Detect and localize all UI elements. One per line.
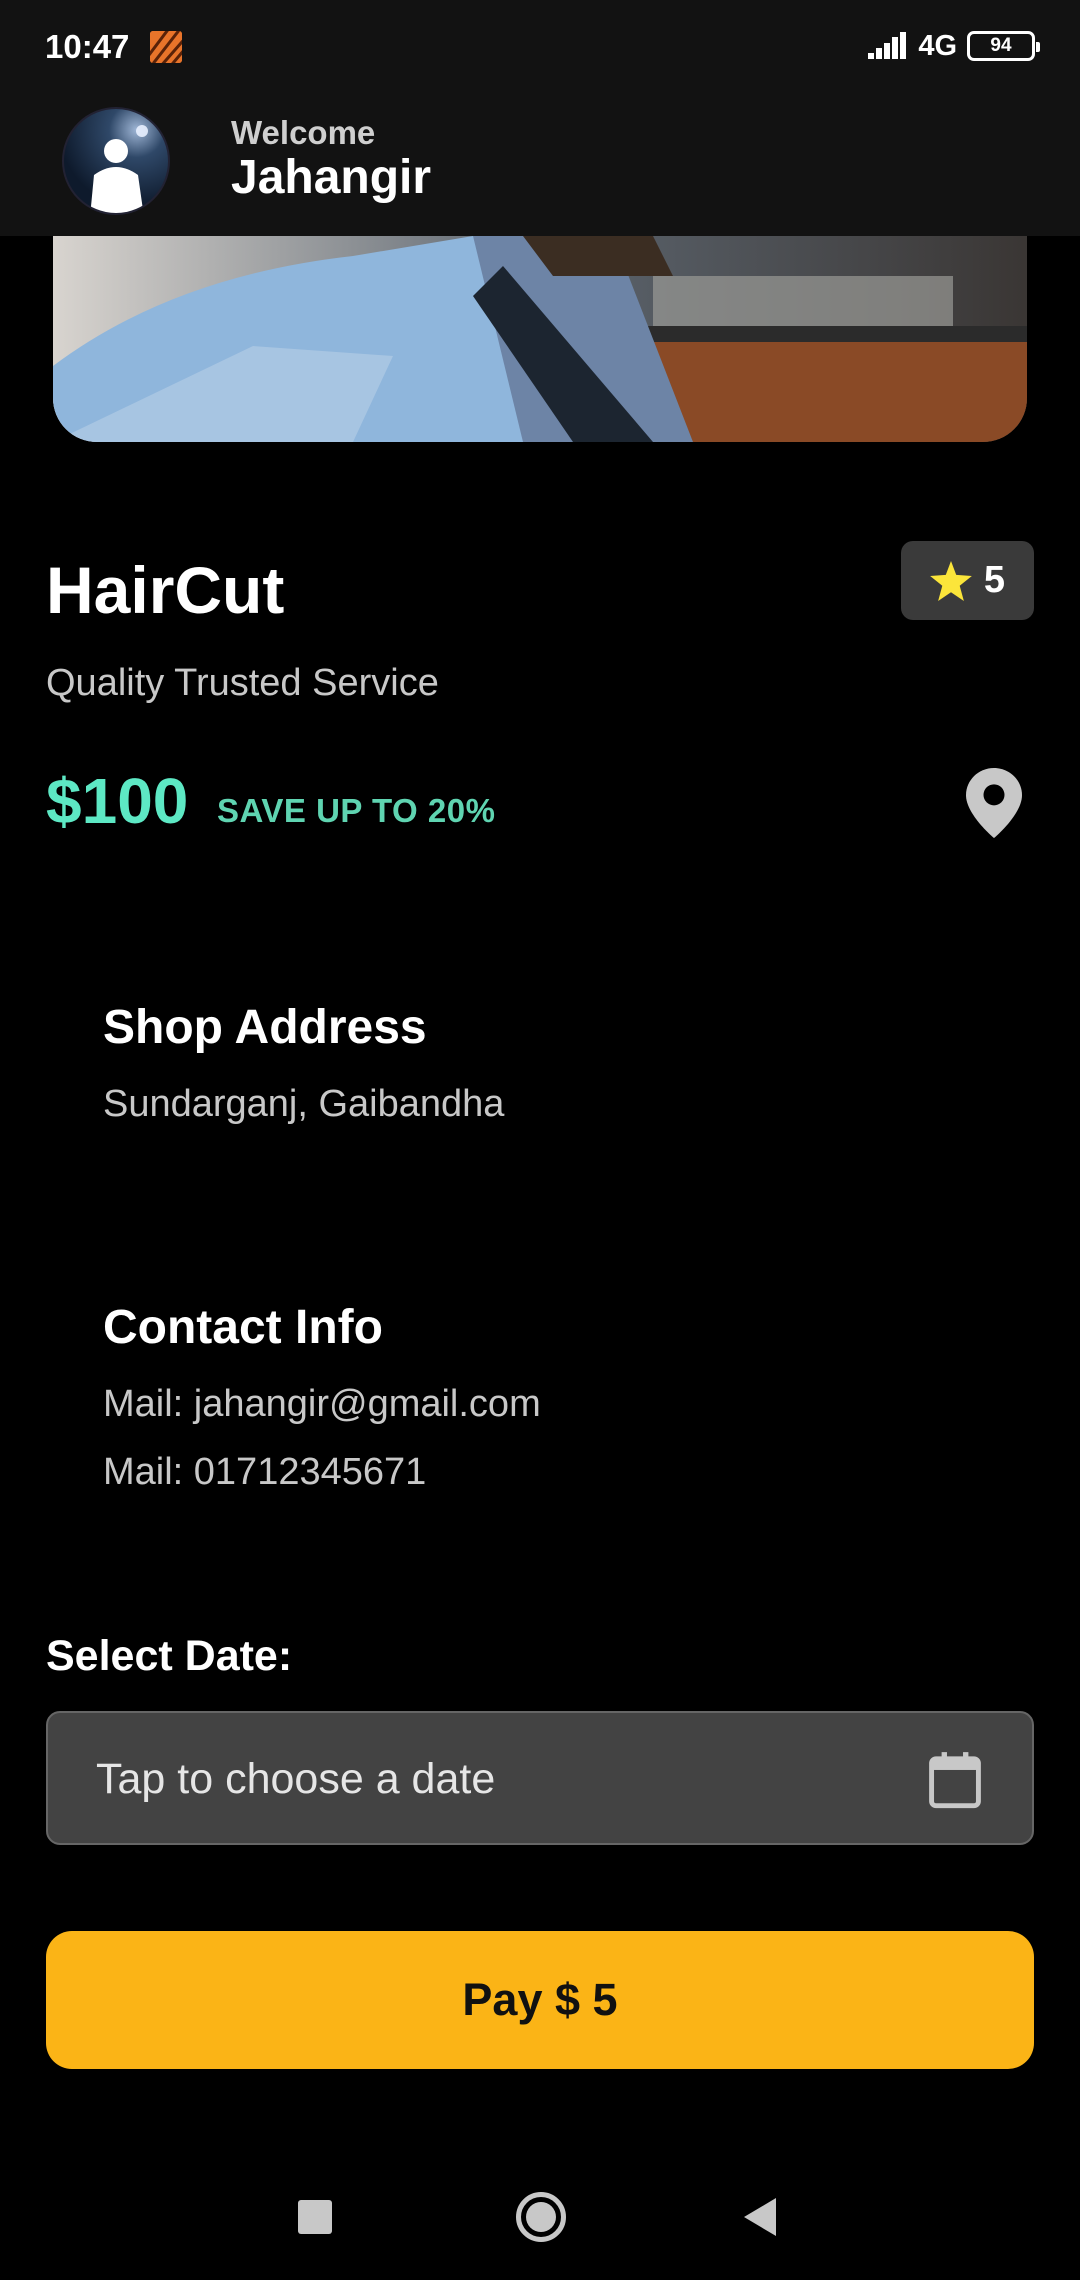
app-header: Welcome Jahangir bbox=[0, 88, 1080, 236]
status-bar: 10:47 4G 94 bbox=[0, 0, 1080, 88]
square-icon[interactable] bbox=[298, 2200, 332, 2234]
rating-value: 5 bbox=[983, 559, 1006, 601]
service-banner-image bbox=[53, 236, 1027, 442]
circle-icon[interactable] bbox=[516, 2192, 566, 2242]
network-type: 4G bbox=[918, 29, 957, 62]
date-picker-field[interactable]: Tap to choose a date bbox=[46, 1711, 1034, 1845]
contact-phone: Mail: 01712345671 bbox=[103, 1451, 427, 1493]
service-title: HairCut bbox=[46, 553, 285, 627]
shop-address-value: Sundarganj, Gaibandha bbox=[103, 1083, 505, 1125]
status-time: 10:47 bbox=[45, 28, 130, 65]
shop-address-heading: Shop Address bbox=[103, 1001, 427, 1054]
calendar-icon[interactable] bbox=[928, 1751, 982, 1809]
user-name: Jahangir bbox=[231, 151, 432, 204]
app-notification-icon bbox=[150, 31, 182, 63]
discount-label: SAVE UP TO 20% bbox=[217, 792, 496, 829]
rating-badge: 5 bbox=[901, 541, 1034, 620]
system-nav-bar bbox=[0, 2160, 1080, 2280]
star-icon bbox=[930, 560, 972, 601]
battery-level: 94 bbox=[990, 35, 1012, 56]
pay-button[interactable]: Pay $ 5 bbox=[46, 1931, 1034, 2069]
signal-icon bbox=[868, 32, 907, 59]
contact-mail: Mail: jahangir@gmail.com bbox=[103, 1383, 541, 1425]
status-indicators: 4G 94 bbox=[868, 28, 1040, 64]
date-placeholder: Tap to choose a date bbox=[96, 1755, 496, 1803]
service-price: $100 bbox=[46, 765, 189, 837]
service-subtitle: Quality Trusted Service bbox=[46, 662, 439, 704]
triangle-back-icon[interactable] bbox=[744, 2198, 776, 2236]
avatar-silhouette-icon bbox=[90, 125, 148, 213]
battery-icon: 94 bbox=[967, 31, 1040, 61]
contact-info-heading: Contact Info bbox=[103, 1301, 383, 1354]
map-pin-icon[interactable] bbox=[966, 768, 1022, 838]
avatar[interactable] bbox=[62, 107, 170, 215]
welcome-label: Welcome bbox=[231, 114, 376, 151]
select-date-label: Select Date: bbox=[46, 1632, 293, 1680]
